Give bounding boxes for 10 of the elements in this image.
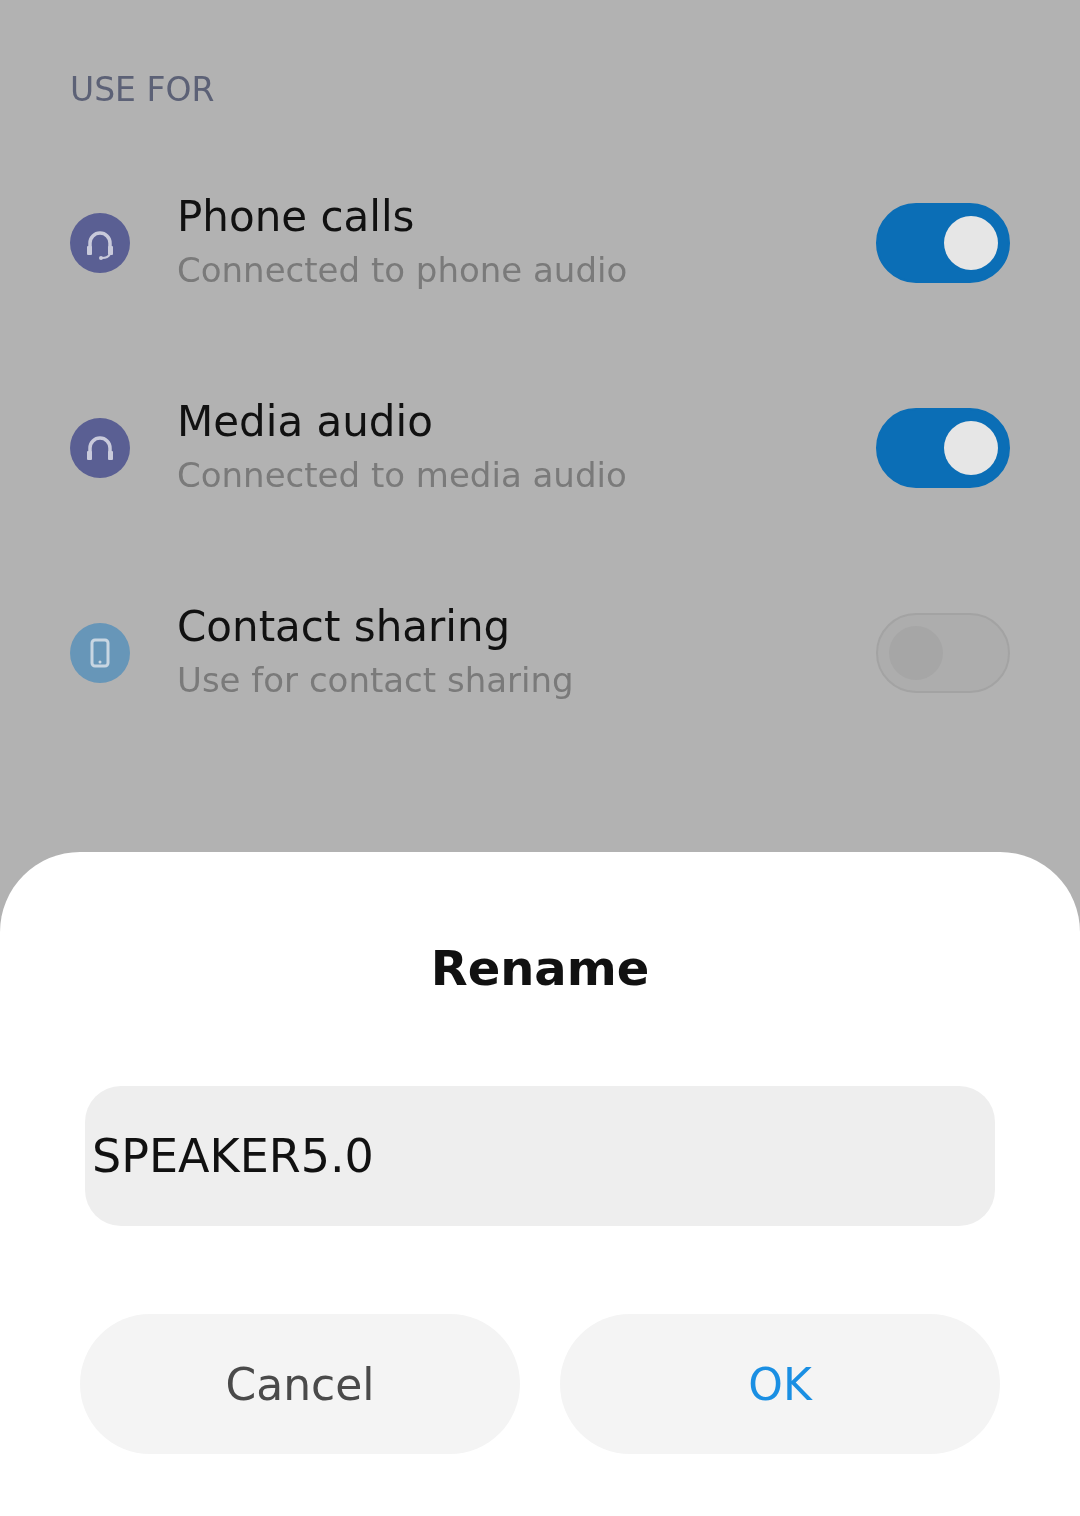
setting-subtitle: Connected to phone audio bbox=[177, 248, 629, 292]
setting-subtitle: Connected to media audio bbox=[177, 453, 628, 497]
setting-subtitle: Use for contact sharing bbox=[177, 658, 575, 702]
setting-title: Phone calls bbox=[177, 190, 416, 243]
setting-title: Media audio bbox=[177, 395, 434, 448]
setting-title: Contact sharing bbox=[177, 600, 512, 653]
cancel-button[interactable]: Cancel bbox=[80, 1314, 520, 1454]
name-input-field[interactable]: SPEAKER5.0 bbox=[85, 1086, 995, 1226]
dialog-title: Rename bbox=[430, 940, 650, 996]
section-header: USE FOR bbox=[70, 69, 216, 111]
